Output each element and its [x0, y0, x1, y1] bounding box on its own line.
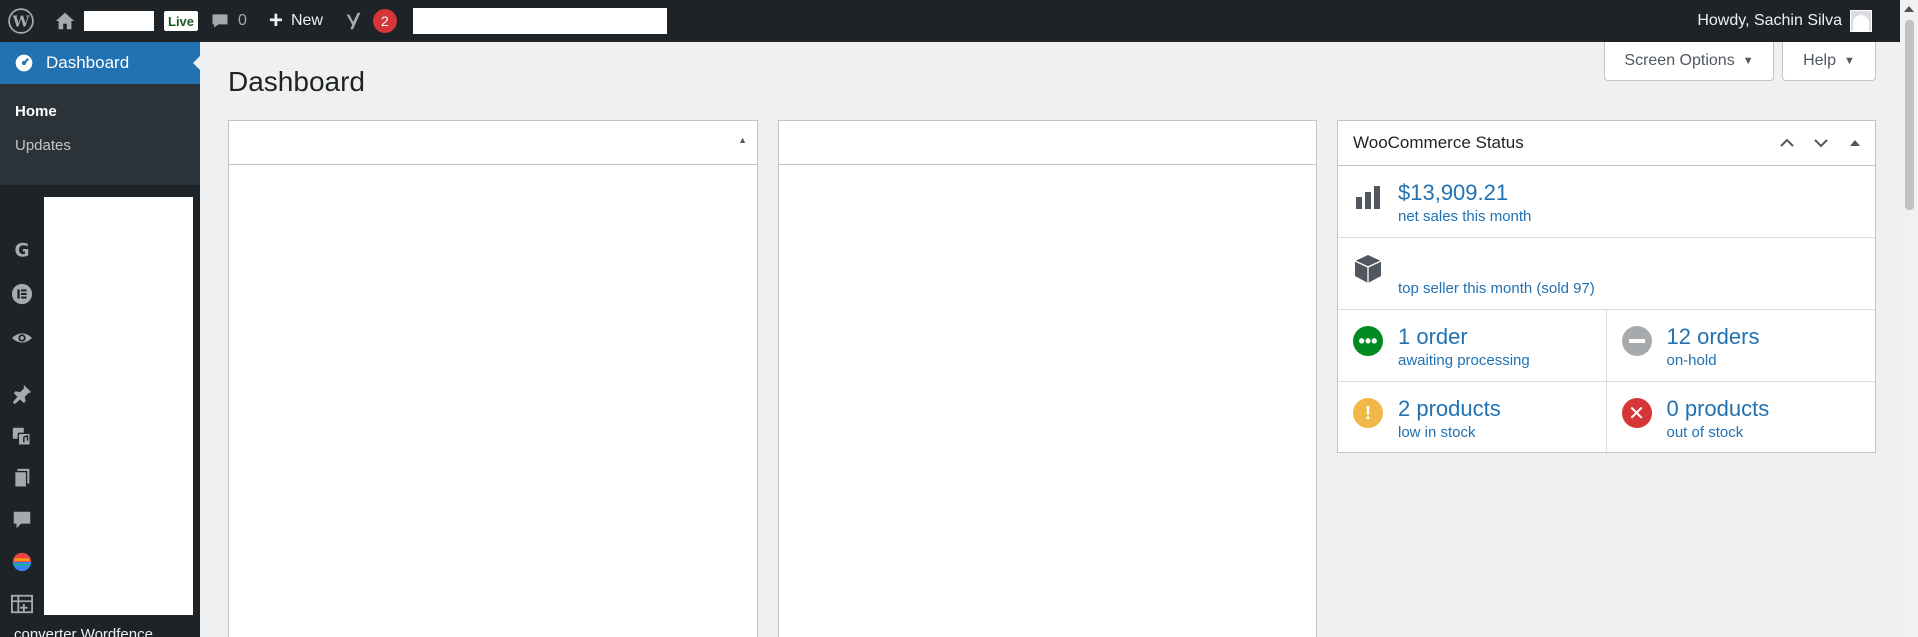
onhold-label: on-hold [1666, 352, 1717, 369]
top-seller-row[interactable]: top seller this month (sold 97) [1338, 238, 1875, 310]
site-name-redacted[interactable] [84, 11, 154, 31]
widget-header: WooCommerce Status [1338, 121, 1875, 166]
elementor-icon[interactable] [10, 282, 34, 306]
onhold-value: 12 orders [1666, 324, 1760, 349]
widget-handles [1777, 133, 1865, 153]
help-button[interactable]: Help ▼ [1782, 42, 1876, 81]
help-label: Help [1803, 52, 1836, 69]
stock-row: ! 2 products low in stock ✕ 0 products o… [1338, 382, 1875, 454]
google-icon[interactable]: G [10, 238, 34, 262]
yoast-notification-badge: 2 [372, 9, 397, 33]
live-badge: Live [164, 11, 199, 31]
submenu-item-home[interactable]: Home [0, 94, 200, 128]
page-scrollbar[interactable] [1900, 0, 1918, 637]
low-stock-cell[interactable]: ! 2 products low in stock [1338, 382, 1607, 454]
caret-down-icon: ▼ [1844, 55, 1855, 67]
pin-icon[interactable] [10, 382, 34, 406]
widget-header[interactable] [229, 121, 757, 165]
woocommerce-status-widget: WooCommerce Status $13,909.21 net sales … [1337, 120, 1876, 454]
table-icon[interactable] [10, 592, 34, 616]
dashboard-widget-1: ▲ [228, 120, 758, 637]
outstock-label: out of stock [1666, 424, 1744, 441]
color-wheel-icon[interactable] [10, 550, 34, 574]
svg-text:G: G [14, 240, 29, 261]
scroll-up-arrow-icon[interactable] [1904, 6, 1914, 12]
out-of-stock-cell[interactable]: ✕ 0 products out of stock [1607, 382, 1876, 454]
outstock-value: 0 products [1666, 396, 1770, 421]
lowstock-label: low in stock [1398, 424, 1476, 441]
bar-chart-icon [1353, 182, 1383, 212]
svg-text:W: W [11, 12, 30, 30]
comments-menu[interactable]: 0 [210, 0, 247, 42]
net-sales-label: net sales this month [1398, 208, 1532, 225]
plus-icon: + [268, 7, 283, 34]
dashboard-gauge-icon [15, 54, 33, 72]
processing-value: 1 order [1398, 324, 1468, 349]
lowstock-value: 2 products [1398, 396, 1501, 421]
processing-orders-cell[interactable]: ••• 1 order awaiting processing [1338, 310, 1607, 381]
sidebar-item-label: Dashboard [46, 53, 130, 72]
screen-options-label: Screen Options [1624, 52, 1735, 69]
new-content-menu[interactable]: + New [269, 0, 323, 42]
sidebar-truncated-item[interactable]: converter Wordfence [14, 626, 174, 637]
home-icon[interactable] [54, 0, 76, 42]
box-icon [1353, 254, 1383, 284]
admin-bar: W Live 0 + New 2 Howdy, Sachin Silva [0, 0, 1900, 42]
comments-count: 0 [238, 12, 247, 29]
sidebar-menu-labels-redacted [44, 197, 193, 615]
scrollbar-thumb[interactable] [1905, 20, 1914, 210]
yoast-icon [346, 12, 361, 30]
screen-options-button[interactable]: Screen Options ▼ [1604, 42, 1774, 81]
orders-row: ••• 1 order awaiting processing 12 order… [1338, 310, 1875, 382]
widget-title: WooCommerce Status [1353, 133, 1524, 152]
new-label: New [290, 12, 323, 29]
processing-dots-icon: ••• [1353, 326, 1383, 356]
onhold-orders-cell[interactable]: 12 orders on-hold [1607, 310, 1876, 381]
toggle-arrow-icon[interactable]: ▲ [738, 135, 747, 145]
avatar [1850, 10, 1872, 32]
onhold-minus-icon [1621, 326, 1652, 356]
collapse-toggle-icon[interactable] [1845, 133, 1865, 153]
pages-icon[interactable] [10, 466, 34, 490]
processing-label: awaiting processing [1398, 352, 1530, 369]
url-redacted[interactable] [412, 8, 667, 34]
net-sales-row[interactable]: $13,909.21 net sales this month [1338, 166, 1875, 238]
top-seller-product [1398, 252, 1595, 278]
comment-bubble-icon [212, 14, 228, 28]
dashboard-widget-2 [778, 120, 1317, 637]
user-account-menu[interactable]: Howdy, Sachin Silva [1697, 0, 1872, 42]
sidebar-item-dashboard[interactable]: Dashboard [0, 42, 201, 84]
submenu-item-updates[interactable]: Updates [0, 128, 200, 162]
yoast-menu[interactable]: 2 [343, 0, 397, 42]
howdy-text: Howdy, Sachin Silva [1697, 12, 1842, 29]
close-x-icon: ✕ [1621, 398, 1652, 428]
eye-icon[interactable] [10, 326, 34, 350]
caret-down-icon: ▼ [1742, 55, 1754, 67]
move-up-icon[interactable] [1777, 133, 1797, 153]
admin-sidebar: Dashboard Home Updates G converter Wordf… [0, 42, 201, 637]
net-sales-value: $13,909.21 [1398, 180, 1509, 205]
page-title: Dashboard [228, 66, 365, 97]
dashboard-submenu: Home Updates [0, 84, 200, 185]
widget-header[interactable] [779, 121, 1316, 165]
comments-icon[interactable] [10, 508, 34, 532]
wordpress-logo-icon[interactable]: W [0, 0, 42, 42]
media-icon[interactable] [10, 424, 34, 448]
top-seller-label: top seller this month (sold 97) [1398, 280, 1595, 297]
warning-icon: ! [1353, 398, 1383, 428]
move-down-icon[interactable] [1811, 133, 1831, 153]
